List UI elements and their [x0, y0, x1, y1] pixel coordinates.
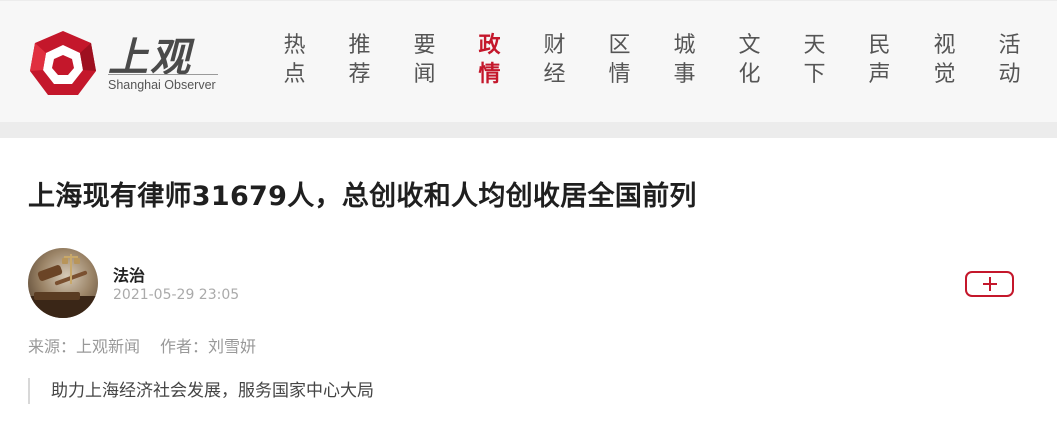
nav-item-12[interactable]: 专题	[1042, 31, 1057, 95]
nav-item-label: 文化	[738, 33, 761, 87]
nav-item-3[interactable]: 政情	[457, 31, 522, 95]
nav-item-0[interactable]: 热点	[262, 31, 327, 95]
nav-item-7[interactable]: 文化	[717, 31, 782, 95]
nav-item-1[interactable]: 推荐	[327, 31, 392, 95]
main-nav: 热点推荐要闻政情财经区情城事文化天下民声视觉活动专题	[262, 31, 1057, 95]
article-writer: 作者：刘雪妍	[160, 337, 257, 356]
nav-item-label: 城事	[673, 33, 696, 87]
article-title: 上海现有律师31679人，总创收和人均创收居全国前列	[28, 181, 697, 212]
nav-item-label: 要闻	[413, 33, 436, 87]
nav-item-2[interactable]: 要闻	[392, 31, 457, 95]
nav-item-10[interactable]: 视觉	[912, 31, 977, 95]
site-header: 上观 Shanghai Observer 热点 推荐 要闻 政情 财经 区情 城事 文化 天下民…	[0, 0, 1057, 122]
nav-item-label: 天下	[803, 33, 826, 87]
header-separator	[0, 122, 1057, 138]
nav-item-label: 政情	[478, 33, 501, 87]
nav-item-9[interactable]: 民声	[847, 31, 912, 95]
nav-item-5[interactable]: 区情	[587, 31, 652, 95]
author-name[interactable]: 法治	[113, 262, 145, 286]
nav-item-label: 区情	[608, 33, 631, 87]
publish-time: 2021-05-29 23:05	[113, 287, 240, 303]
nav-item-4[interactable]: 财经	[522, 31, 587, 95]
logo-divider	[108, 74, 218, 75]
nav-item-label: 活动	[998, 33, 1021, 87]
plus-icon	[982, 277, 997, 291]
nav-item-label: 民声	[868, 33, 891, 87]
article-summary: 助力上海经济社会发展，服务国家中心大局	[28, 378, 374, 404]
follow-button[interactable]	[965, 271, 1014, 297]
logo-mark-icon	[30, 31, 96, 95]
nav-item-8[interactable]: 天下	[782, 31, 847, 95]
author-avatar[interactable]	[28, 248, 98, 318]
gavel-icon	[28, 254, 98, 318]
site-logo[interactable]: 上观 Shanghai Observer	[28, 27, 228, 99]
nav-item-label: 热点	[283, 33, 306, 87]
article-meta: 来源：上观新闻 作者：刘雪妍	[28, 333, 256, 357]
nav-item-6[interactable]: 城事	[652, 31, 717, 95]
article-source: 来源：上观新闻	[28, 337, 141, 356]
nav-item-label: 推荐	[348, 33, 371, 87]
nav-item-label: 视觉	[933, 33, 956, 87]
nav-item-11[interactable]: 活动	[977, 31, 1042, 95]
nav-item-label: 财经	[543, 33, 566, 87]
logo-name-en: Shanghai Observer	[108, 78, 216, 92]
